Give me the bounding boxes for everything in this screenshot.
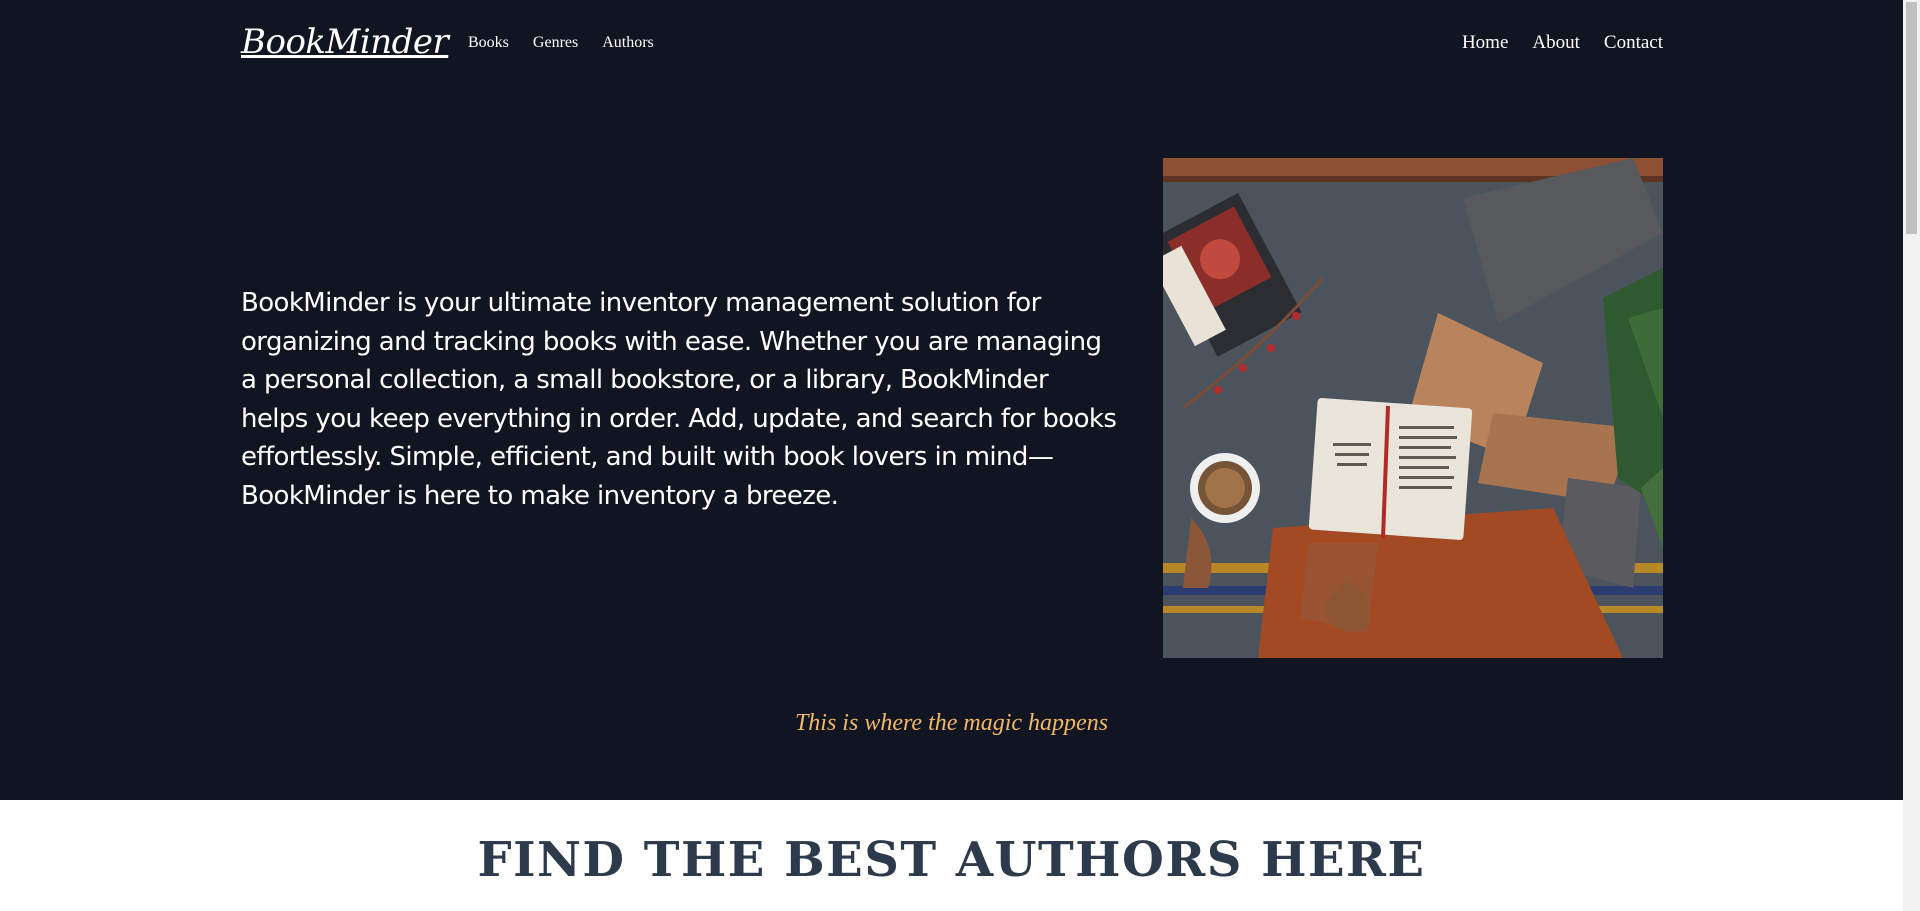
nav-primary-links: Books Genres Authors: [468, 34, 654, 52]
top-navbar: BookMinder Books Genres Authors Home Abo…: [241, 18, 1663, 68]
brand-logo[interactable]: BookMinder: [241, 22, 449, 62]
reading-photo-icon: [1163, 158, 1663, 658]
nav-link-authors[interactable]: Authors: [602, 34, 654, 52]
nav-link-contact[interactable]: Contact: [1604, 32, 1663, 54]
hero-section: BookMinder Books Genres Authors Home Abo…: [0, 0, 1903, 800]
hero-image: [1163, 158, 1663, 658]
nav-link-about[interactable]: About: [1532, 32, 1580, 54]
authors-section-heading: FIND THE BEST AUTHORS HERE: [477, 832, 1426, 888]
page: BookMinder Books Genres Authors Home Abo…: [0, 0, 1903, 911]
scrollbar-thumb[interactable]: [1906, 2, 1917, 234]
vertical-scrollbar[interactable]: [1903, 0, 1920, 911]
tagline: This is where the magic happens: [794, 710, 1109, 736]
intro-paragraph: BookMinder is your ultimate inventory ma…: [241, 288, 1117, 511]
nav-link-home[interactable]: Home: [1462, 32, 1508, 54]
nav-secondary-links: Home About Contact: [1462, 32, 1663, 54]
nav-link-genres[interactable]: Genres: [533, 34, 578, 52]
nav-link-books[interactable]: Books: [468, 34, 509, 52]
